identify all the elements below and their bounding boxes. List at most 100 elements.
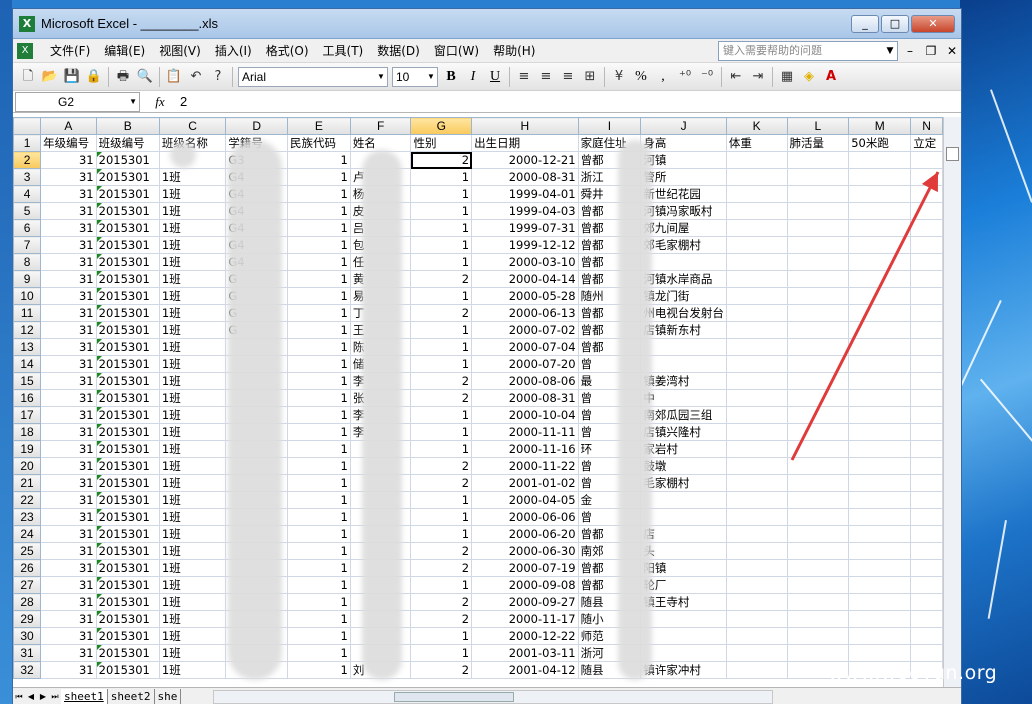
cell[interactable]: 2 (410, 661, 473, 679)
cell[interactable]: 曾都 (577, 559, 642, 577)
cell[interactable]: 50米跑 (848, 134, 912, 152)
scroll-thumb[interactable] (394, 691, 515, 702)
cell[interactable] (786, 321, 850, 339)
cell[interactable] (225, 644, 289, 662)
row-header[interactable]: 29 (13, 610, 42, 628)
cell[interactable] (910, 270, 943, 288)
cell[interactable] (225, 576, 289, 594)
vertical-scrollbar[interactable] (943, 117, 961, 687)
cell[interactable]: 1 (287, 542, 351, 560)
cell[interactable] (225, 474, 289, 492)
cell[interactable] (910, 372, 943, 390)
column-header[interactable]: B (95, 117, 160, 135)
menu-help[interactable]: 帮助(H) (486, 42, 542, 59)
cell[interactable]: 店 (640, 525, 727, 543)
cell[interactable]: 2015301 (95, 287, 160, 305)
cell[interactable]: 2015301 (95, 576, 160, 594)
minimize-button[interactable]: _ (851, 14, 879, 33)
cell[interactable] (725, 389, 788, 407)
cell[interactable] (786, 474, 850, 492)
cell[interactable]: 1999-04-01 (471, 185, 579, 203)
cell[interactable]: 1 (410, 202, 473, 220)
cell[interactable]: 1 (287, 372, 351, 390)
cell[interactable]: 1 (287, 440, 351, 458)
cell[interactable] (725, 508, 788, 526)
cell[interactable] (725, 270, 788, 288)
cell[interactable] (725, 423, 788, 441)
cell[interactable] (910, 525, 943, 543)
tab-sheet3[interactable]: she (155, 688, 182, 704)
decrease-decimal-icon[interactable]: ⁻⁰ (697, 67, 717, 87)
cell[interactable] (848, 542, 912, 560)
row-header[interactable]: 21 (13, 474, 42, 492)
cell[interactable] (786, 508, 850, 526)
cell[interactable] (786, 542, 850, 560)
row-header[interactable]: 15 (13, 372, 42, 390)
cell[interactable]: 2015301 (95, 542, 160, 560)
cell[interactable]: 2001-04-12 (471, 661, 579, 679)
merge-center-icon[interactable]: ⊞ (580, 67, 600, 87)
cell[interactable]: 2015301 (95, 593, 160, 611)
row-header[interactable]: 5 (13, 202, 42, 220)
chevron-down-icon[interactable]: ▼ (129, 93, 137, 111)
row-header[interactable]: 26 (13, 559, 42, 577)
cell[interactable]: 1 (287, 406, 351, 424)
cell[interactable] (725, 219, 788, 237)
cell[interactable]: G (225, 270, 289, 288)
cell[interactable] (786, 644, 850, 662)
cell[interactable] (848, 338, 912, 356)
cell[interactable]: G4 (225, 185, 289, 203)
cell[interactable]: 卢 (349, 168, 412, 186)
cell[interactable] (848, 627, 912, 645)
preview-icon[interactable]: 🔍 (135, 67, 155, 87)
cell[interactable]: 1 (287, 627, 351, 645)
cell[interactable] (848, 253, 912, 271)
menu-insert[interactable]: 插入(I) (208, 42, 259, 59)
menu-window[interactable]: 窗口(W) (427, 42, 486, 59)
chevron-down-icon[interactable]: ▼ (375, 68, 387, 86)
cell[interactable]: 最 (577, 372, 642, 390)
cell[interactable] (225, 525, 289, 543)
align-left-icon[interactable]: ≡ (514, 67, 534, 87)
cell-table[interactable]: ABCDEFGHIJKLMN 1 年级编号 班级编号 班级名称 学籍号 民族代码 姓名 性别出… (13, 117, 943, 679)
cell[interactable] (910, 644, 943, 662)
tab-sheet2[interactable]: sheet2 (108, 688, 155, 704)
cell[interactable] (349, 491, 412, 509)
cell[interactable]: 1班 (158, 287, 227, 305)
cell[interactable]: 31 (40, 525, 97, 543)
row-header[interactable]: 2 (13, 151, 42, 169)
column-header[interactable]: G (410, 117, 473, 135)
cell[interactable]: 31 (40, 644, 97, 662)
cell[interactable] (725, 457, 788, 475)
cell[interactable]: 曾 (577, 355, 642, 373)
cell[interactable] (725, 168, 788, 186)
cell[interactable]: 环 (577, 440, 642, 458)
cell[interactable]: 31 (40, 491, 97, 509)
cell[interactable]: 31 (40, 423, 97, 441)
cell[interactable] (725, 644, 788, 662)
cell[interactable]: 随州 (577, 287, 642, 305)
cell[interactable] (910, 304, 943, 322)
cell[interactable]: 丁 (349, 304, 412, 322)
menu-data[interactable]: 数据(D) (370, 42, 427, 59)
row-header[interactable]: 11 (13, 304, 42, 322)
cell[interactable]: 2000-06-13 (471, 304, 579, 322)
cell[interactable]: 1班 (158, 236, 227, 254)
cell[interactable] (725, 372, 788, 390)
cell[interactable] (910, 542, 943, 560)
cell[interactable]: 2000-04-14 (471, 270, 579, 288)
cell[interactable]: 1班 (158, 406, 227, 424)
cell[interactable]: 2000-11-16 (471, 440, 579, 458)
column-header[interactable]: D (225, 117, 289, 135)
cell[interactable]: 郊毛家棚村 (640, 236, 727, 254)
cell[interactable] (225, 355, 289, 373)
cell[interactable] (910, 185, 943, 203)
cell[interactable]: 2 (410, 610, 473, 628)
cell[interactable] (349, 457, 412, 475)
row-header[interactable]: 24 (13, 525, 42, 543)
decrease-indent-icon[interactable]: ⇤ (726, 67, 746, 87)
cell[interactable]: G4 (225, 168, 289, 186)
cell[interactable]: 皮 (349, 202, 412, 220)
cell[interactable]: 1999-07-31 (471, 219, 579, 237)
cell[interactable] (725, 338, 788, 356)
